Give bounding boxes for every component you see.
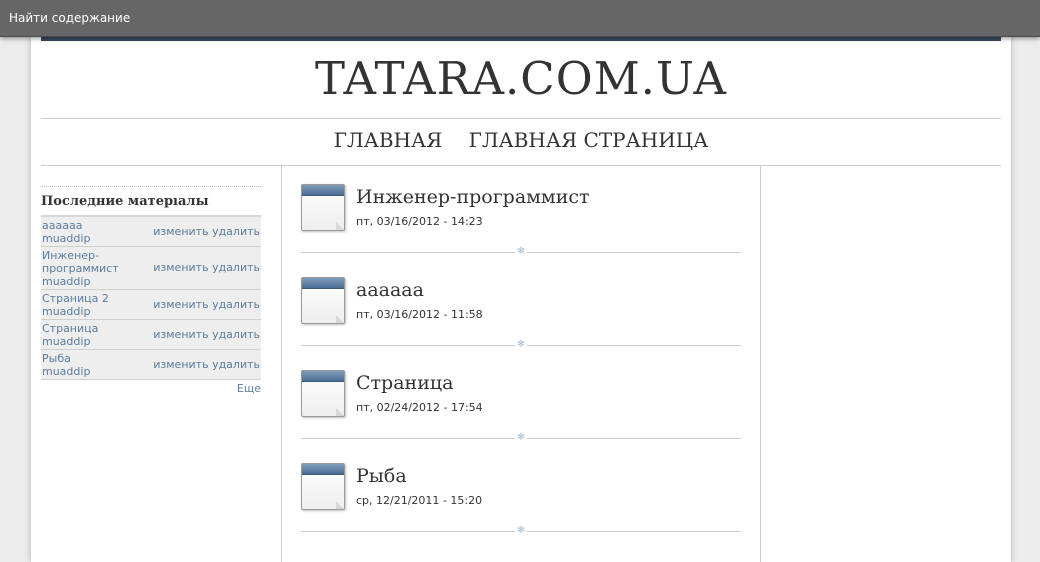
delete-link[interactable]: удалить xyxy=(212,358,260,371)
node-teaser: Страница пт, 02/24/2012 - 17:54 ❄ xyxy=(301,366,741,459)
edit-link[interactable]: изменить xyxy=(153,261,208,274)
menu-item-front-page[interactable]: ГЛАВНАЯ СТРАНИЦА xyxy=(469,128,709,152)
edit-link[interactable]: изменить xyxy=(153,358,208,371)
top-bar: Найти содержание xyxy=(0,0,1040,37)
snowflake-icon: ❄ xyxy=(515,338,527,352)
recent-item-author[interactable]: muaddip xyxy=(42,335,90,348)
calendar-icon xyxy=(301,370,345,417)
site-name[interactable]: TATARA.COM.UA xyxy=(31,52,1011,105)
node-title[interactable]: аааааа xyxy=(356,279,424,301)
table-row: Рыба muaddip изменить удалить xyxy=(41,349,261,380)
table-row: Страница 2 muaddip изменить удалить xyxy=(41,289,261,320)
node-title[interactable]: Страница xyxy=(356,372,453,394)
node-teaser: Инженер-программист пт, 03/16/2012 - 14:… xyxy=(301,180,741,273)
edit-link[interactable]: изменить xyxy=(153,225,208,238)
edit-link[interactable]: изменить xyxy=(153,328,208,341)
recent-content-table: аааааа muaddip изменить удалить Инженер-п… xyxy=(41,215,261,380)
table-row: аааааа muaddip изменить удалить xyxy=(41,216,261,247)
calendar-icon xyxy=(301,463,345,510)
recent-item-title[interactable]: аааааа xyxy=(42,219,82,232)
node-date: пт, 02/24/2012 - 17:54 xyxy=(356,401,483,414)
recent-item-title[interactable]: Инженер-программист xyxy=(42,249,122,275)
delete-link[interactable]: удалить xyxy=(212,261,260,274)
more-link[interactable]: Еще xyxy=(41,382,261,395)
calendar-icon xyxy=(301,277,345,324)
recent-item-title[interactable]: Рыба xyxy=(42,352,71,365)
main-menu: ГЛАВНАЯ ГЛАВНАЯ СТРАНИЦА xyxy=(31,128,1011,152)
menu-item-home[interactable]: ГЛАВНАЯ xyxy=(334,128,443,152)
node-date: ср, 12/21/2011 - 15:20 xyxy=(356,494,483,507)
node-date: пт, 03/16/2012 - 11:58 xyxy=(356,308,483,321)
delete-link[interactable]: удалить xyxy=(212,328,260,341)
delete-link[interactable]: удалить xyxy=(212,298,260,311)
recent-item-author[interactable]: muaddip xyxy=(42,275,90,288)
table-row: Страница muaddip изменить удалить xyxy=(41,319,261,350)
node-teaser: Рыба ср, 12/21/2011 - 15:20 ❄ xyxy=(301,459,741,552)
block-title: Последние матерıалы xyxy=(41,194,209,209)
header-divider xyxy=(41,118,1001,119)
right-column-divider xyxy=(760,166,761,562)
node-date: пт, 03/16/2012 - 14:23 xyxy=(356,215,483,228)
node-teaser: аааааа пт, 03/16/2012 - 11:58 ❄ xyxy=(301,273,741,366)
edit-link[interactable]: изменить xyxy=(153,298,208,311)
snowflake-icon: ❄ xyxy=(515,431,527,445)
node-title[interactable]: Рыба xyxy=(356,465,407,487)
delete-link[interactable]: удалить xyxy=(212,225,260,238)
recent-item-author[interactable]: muaddip xyxy=(42,305,90,318)
snowflake-icon: ❄ xyxy=(515,245,527,259)
recent-item-title[interactable]: Страница 2 xyxy=(42,292,109,305)
table-row: Инженер-программист muaddip изменить удал… xyxy=(41,246,261,290)
recent-item-author[interactable]: muaddip xyxy=(42,365,90,378)
page-container: TATARA.COM.UA ГЛАВНАЯ ГЛАВНАЯ СТРАНИЦА П… xyxy=(31,36,1011,562)
node-title[interactable]: Инженер-программист xyxy=(356,186,590,208)
block-top-rule xyxy=(41,186,261,187)
calendar-icon xyxy=(301,184,345,231)
recent-item-author[interactable]: muaddip xyxy=(42,232,90,245)
sidebar-divider xyxy=(281,166,282,562)
skip-to-content-link[interactable]: Найти содержание xyxy=(9,11,130,25)
sidebar-recent-content: Последние матерıалы аааааа muaddip измени… xyxy=(41,186,261,395)
menu-divider xyxy=(41,165,1001,166)
snowflake-icon: ❄ xyxy=(515,524,527,538)
content-list: Инженер-программист пт, 03/16/2012 - 14:… xyxy=(301,180,741,552)
recent-item-title[interactable]: Страница xyxy=(42,322,98,335)
